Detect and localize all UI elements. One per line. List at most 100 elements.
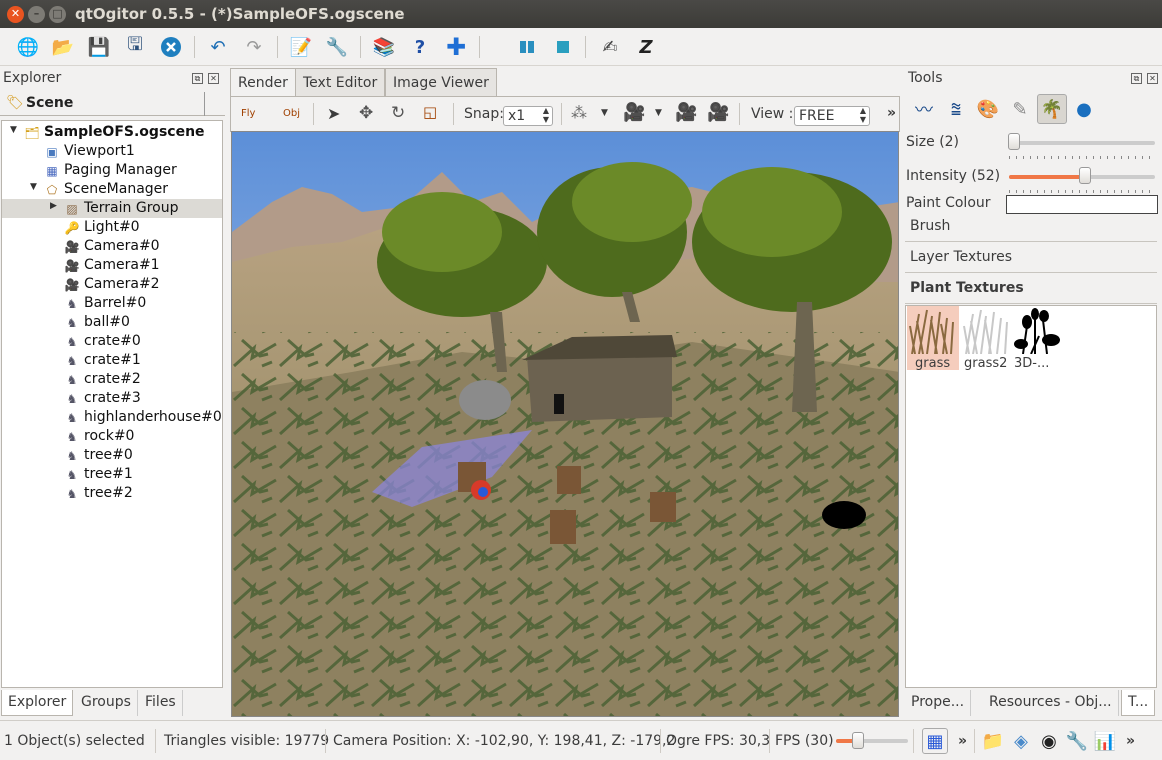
close-panel-icon[interactable]: ✕ xyxy=(208,73,219,84)
tree-item[interactable]: ♞ tree#2 xyxy=(2,484,222,503)
size-slider-track[interactable] xyxy=(1009,141,1155,145)
tab-files[interactable]: Files xyxy=(139,690,183,716)
save-as-icon[interactable]: 🖫 xyxy=(122,34,148,60)
tree-item[interactable]: ♞ crate#2 xyxy=(2,370,222,389)
intensity-slider-handle[interactable] xyxy=(1078,167,1091,184)
section-layer-textures[interactable]: Layer Textures xyxy=(905,243,1157,273)
expanded-arrow-icon[interactable]: ▼ xyxy=(30,182,37,192)
tree-item[interactable]: 🔑 Light#0 xyxy=(2,218,222,237)
tree-item[interactable]: 🎥 Camera#0 xyxy=(2,237,222,256)
tree-item[interactable]: ♞ crate#0 xyxy=(2,332,222,351)
section-brush[interactable]: Brush xyxy=(905,212,1157,242)
scene-tree[interactable]: ▼ 🗂 SampleOFS.ogscene ▣ Viewport1 ▦ Paging Man… xyxy=(1,120,223,688)
float-panel-icon[interactable]: ⧉ xyxy=(192,73,203,84)
move-icon[interactable]: ✥ xyxy=(359,103,373,123)
grid-toggle-icon[interactable]: ▦ xyxy=(922,728,948,754)
tab-resources[interactable]: Resources - Obj... xyxy=(983,690,1119,716)
tree-item-label: Paging Manager xyxy=(64,162,177,178)
section-plant-textures[interactable]: Plant Textures xyxy=(905,274,1157,304)
tab-scene[interactable]: 🏷 Scene xyxy=(0,92,205,116)
folder-open-icon[interactable]: 📂 xyxy=(50,34,76,60)
books-icon[interactable]: 📚 xyxy=(371,34,397,60)
tree-item[interactable]: ♞ crate#3 xyxy=(2,389,222,408)
redo-icon[interactable]: ↷ xyxy=(241,34,267,60)
tab-groups[interactable]: Groups xyxy=(75,690,138,716)
zzz-icon[interactable]: Z xyxy=(633,34,659,60)
status-more-1[interactable]: » xyxy=(958,733,967,749)
tree-item[interactable]: 🎥 Camera#1 xyxy=(2,256,222,275)
add-icon[interactable]: ✚ xyxy=(443,33,469,61)
fps-slider-handle[interactable] xyxy=(851,732,864,749)
camera-add-icon[interactable]: 🎥 xyxy=(675,102,697,123)
chevron-down-icon[interactable]: ▼ xyxy=(601,108,608,118)
plant-item-3d[interactable]: 3D-... xyxy=(1013,306,1065,371)
edit-document-icon[interactable]: 📝 xyxy=(288,34,314,60)
close-panel-icon[interactable]: ✕ xyxy=(1147,73,1158,84)
folder-icon[interactable]: 📁 xyxy=(980,728,1006,754)
tree-item[interactable]: ▼ 🗂 SampleOFS.ogscene xyxy=(2,123,222,142)
tab-render[interactable]: Render xyxy=(230,68,296,97)
terrain-paint-icon[interactable]: 🎨 xyxy=(975,96,1001,122)
cube-icon[interactable]: ◈ xyxy=(1008,728,1034,754)
globe-icon[interactable]: 🌐 xyxy=(15,34,41,60)
tree-item[interactable]: ▶ ▨ Terrain Group xyxy=(2,199,222,218)
status-more-2[interactable]: » xyxy=(1126,733,1135,749)
tree-item[interactable]: ♞ crate#1 xyxy=(2,351,222,370)
select-arrow-icon[interactable]: ➤ xyxy=(327,104,340,123)
tree-item[interactable]: ♞ Barrel#0 xyxy=(2,294,222,313)
undo-icon[interactable]: ↶ xyxy=(205,34,231,60)
tab-explorer[interactable]: Explorer xyxy=(1,690,74,716)
terrain-deform-icon[interactable]: 〰 xyxy=(911,96,937,122)
tab-image-viewer[interactable]: Image Viewer xyxy=(385,68,497,97)
tree-item[interactable]: ♞ highlanderhouse#0 xyxy=(2,408,222,427)
scale-icon[interactable]: ◱ xyxy=(423,103,437,121)
tools-icon[interactable]: 🔧 xyxy=(1064,728,1090,754)
plant-item-grass2[interactable]: grass2 xyxy=(961,306,1013,371)
tree-item[interactable]: ♞ rock#0 xyxy=(2,427,222,446)
tab-tools[interactable]: T... xyxy=(1121,690,1156,716)
tree-item[interactable]: ▦ Paging Manager xyxy=(2,161,222,180)
toolbar-more[interactable]: » xyxy=(887,105,896,121)
tree-item[interactable]: ♞ tree#0 xyxy=(2,446,222,465)
terrain-smooth-icon[interactable]: ⩰ xyxy=(943,96,969,122)
chevron-down-icon[interactable]: ▼ xyxy=(655,108,662,118)
layout-icon[interactable] xyxy=(514,34,540,60)
rotate-icon[interactable]: ↻ xyxy=(391,103,405,123)
close-window-button[interactable]: ✕ xyxy=(7,6,24,23)
obj-button[interactable]: Obj xyxy=(283,108,300,119)
tab-properties[interactable]: Prope... xyxy=(905,690,972,716)
minimize-window-button[interactable]: – xyxy=(28,6,45,23)
snap-spinbox[interactable]: x1 ▲ ▼ xyxy=(503,106,553,126)
collapsed-arrow-icon[interactable]: ▶ xyxy=(50,201,57,211)
maximize-window-button[interactable]: □ xyxy=(49,6,66,23)
camera-remove-icon[interactable]: 🎥 xyxy=(707,102,729,123)
plant-icon[interactable]: 🌴 xyxy=(1037,94,1067,124)
water-sphere-icon[interactable]: ● xyxy=(1071,96,1097,122)
save-icon[interactable]: 💾 xyxy=(86,34,112,60)
close-icon[interactable] xyxy=(158,34,184,60)
draw-icon[interactable]: ✍ xyxy=(597,34,623,60)
tools-icon[interactable]: 🔧 xyxy=(324,34,350,60)
tree-item[interactable]: ♞ tree#1 xyxy=(2,465,222,484)
plant-item-grass[interactable]: grass xyxy=(907,306,959,371)
objects-icon[interactable]: ⁂ xyxy=(571,103,587,122)
tab-text-editor[interactable]: Text Editor xyxy=(295,68,386,97)
expanded-arrow-icon[interactable]: ▼ xyxy=(10,125,17,135)
tree-item[interactable]: ♞ ball#0 xyxy=(2,313,222,332)
view-spinbox[interactable]: FREE ▲ ▼ xyxy=(794,106,870,126)
record-icon[interactable]: ◉ xyxy=(1036,728,1062,754)
view-icon[interactable] xyxy=(550,34,576,60)
help-icon[interactable]: ? xyxy=(407,34,433,60)
camera-icon[interactable]: 🎥 xyxy=(623,102,645,123)
float-panel-icon[interactable]: ⧉ xyxy=(1131,73,1142,84)
size-slider-handle[interactable] xyxy=(1008,133,1021,150)
render-viewport[interactable] xyxy=(231,131,899,717)
fly-button[interactable]: Fly xyxy=(241,108,255,119)
tree-item[interactable]: ▣ Viewport1 xyxy=(2,142,222,161)
tree-item[interactable]: ▼ ⬠ SceneManager xyxy=(2,180,222,199)
3d-plant-thumbnail xyxy=(1014,308,1060,355)
terrain-tool-icon[interactable]: ✎ xyxy=(1007,96,1033,122)
chart-icon[interactable]: 📊 xyxy=(1092,728,1118,754)
tree-item[interactable]: 🎥 Camera#2 xyxy=(2,275,222,294)
scenemanager-icon: ⬠ xyxy=(46,182,58,197)
